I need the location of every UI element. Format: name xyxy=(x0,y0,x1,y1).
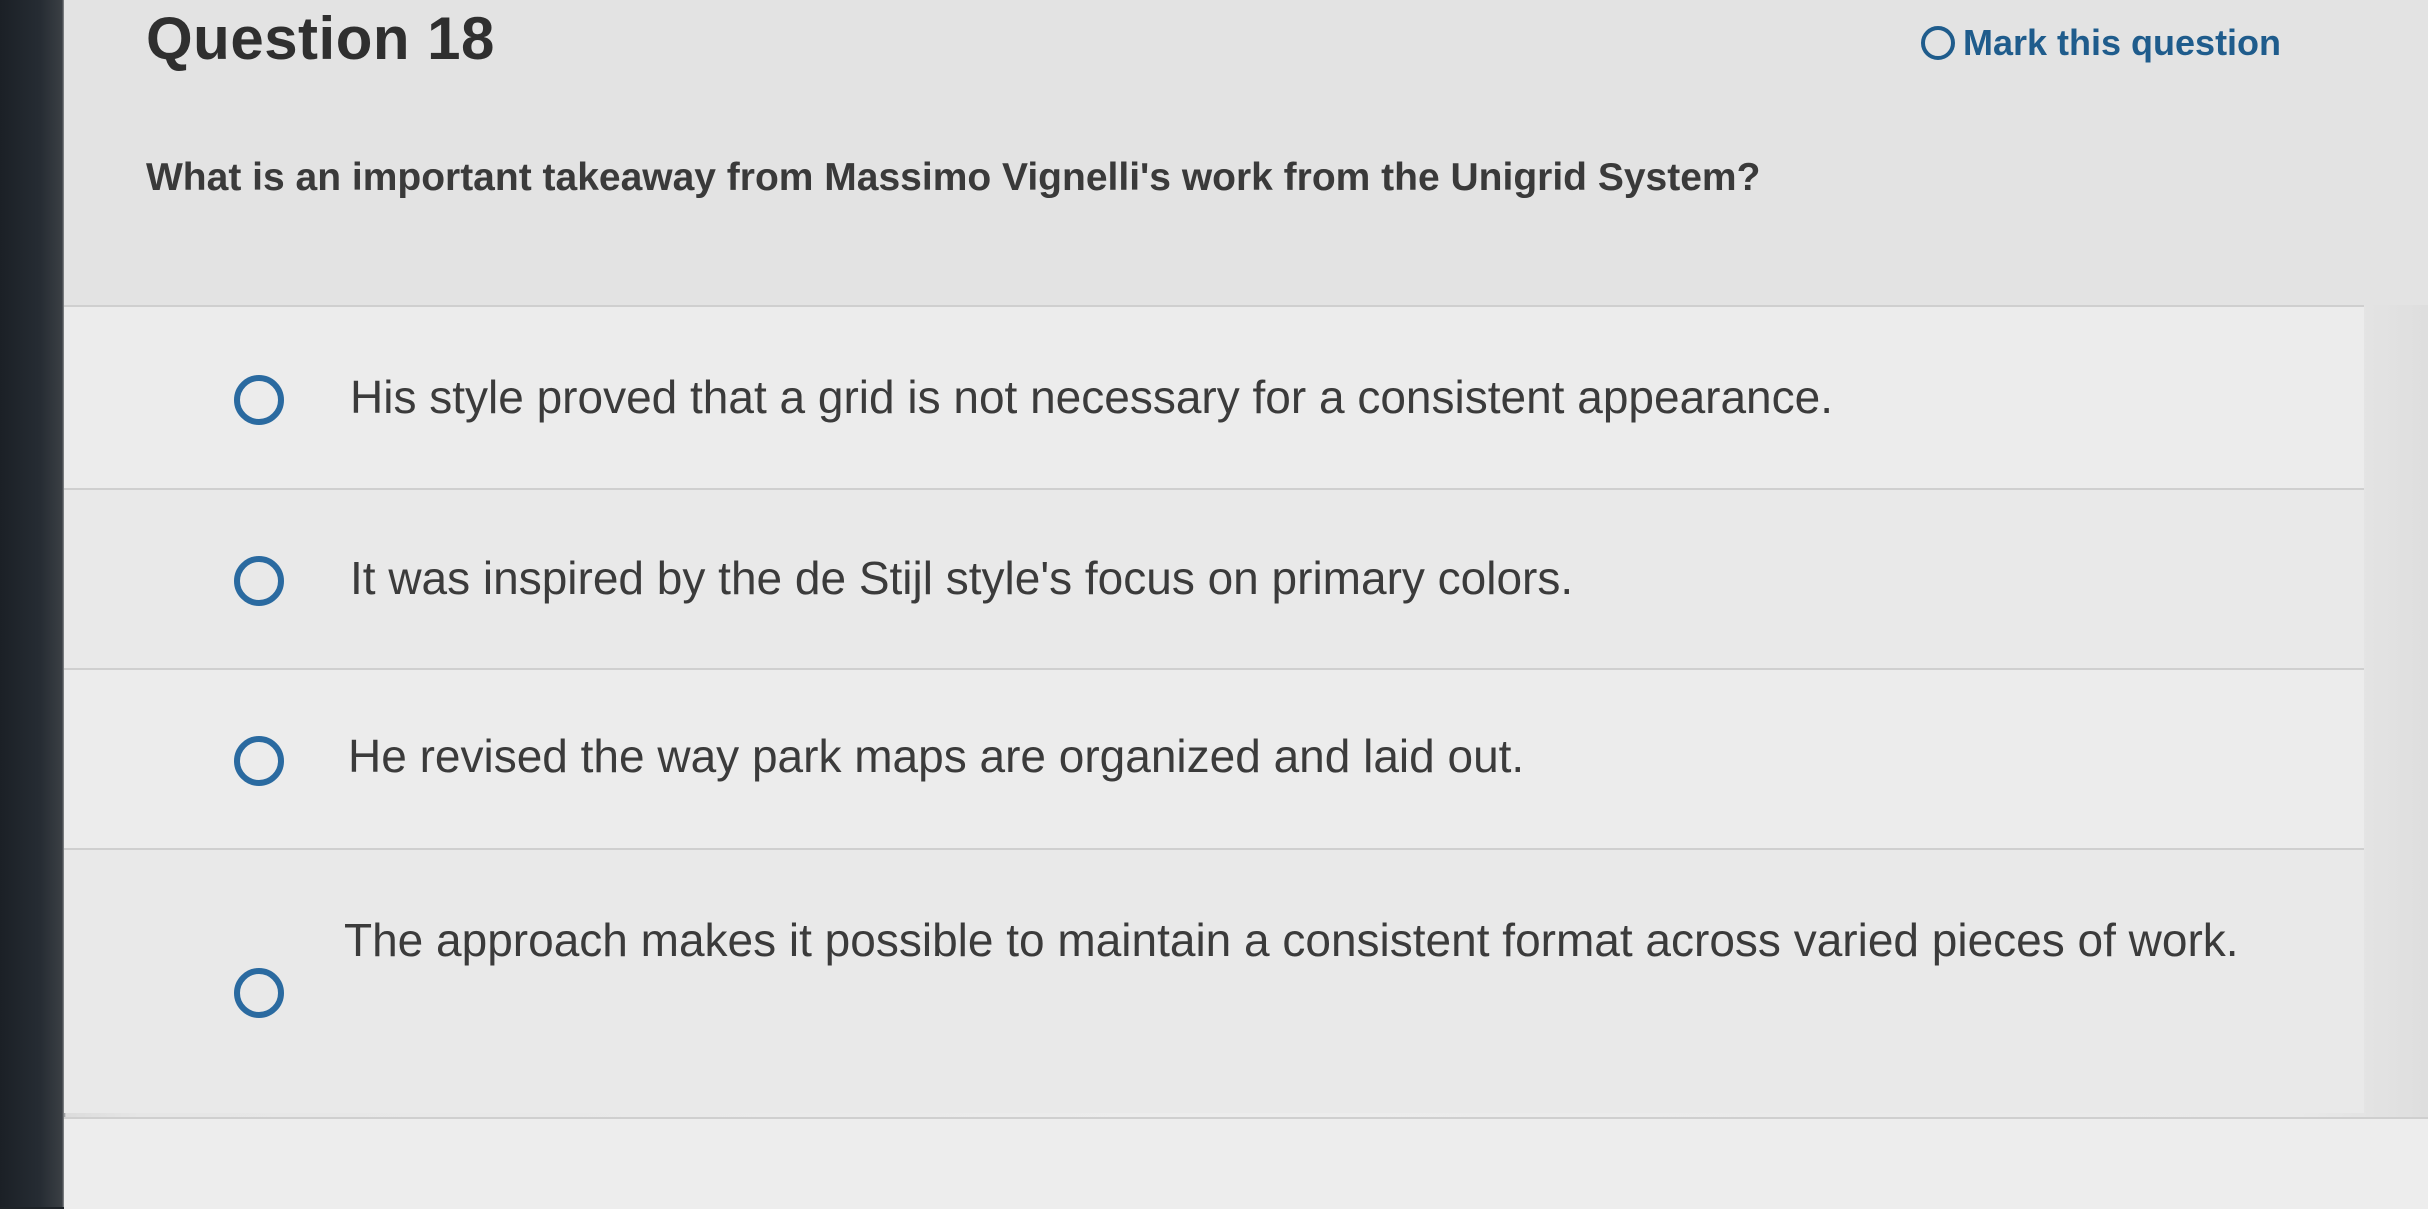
answer-options: His style proved that a grid is not nece… xyxy=(64,305,2364,1113)
quiz-page: Question 18 Mark this question What is a… xyxy=(64,0,2428,1209)
mark-question-button[interactable]: Mark this question xyxy=(1921,22,2281,64)
answer-option-label[interactable]: The approach makes it possible to mainta… xyxy=(344,900,2394,980)
circle-outline-icon[interactable] xyxy=(1921,26,1955,60)
radio-unchecked-icon[interactable] xyxy=(234,556,284,606)
radio-unchecked-icon[interactable] xyxy=(234,968,284,1018)
answer-option[interactable]: His style proved that a grid is not nece… xyxy=(64,305,2364,488)
radio-unchecked-icon[interactable] xyxy=(234,736,284,786)
answer-option-label[interactable]: It was inspired by the de Stijl style's … xyxy=(350,538,1573,618)
bottom-divider-area xyxy=(64,1117,2428,1209)
answer-option-label[interactable]: His style proved that a grid is not nece… xyxy=(350,357,1833,437)
radio-unchecked-icon[interactable] xyxy=(234,375,284,425)
mark-question-label[interactable]: Mark this question xyxy=(1963,22,2281,64)
answer-option-label[interactable]: He revised the way park maps are organiz… xyxy=(348,716,1524,796)
question-title: Question 18 xyxy=(146,5,495,72)
screen: Question 18 Mark this question What is a… xyxy=(0,0,2428,1209)
question-text: What is an important takeaway from Massi… xyxy=(146,156,1761,199)
question-header: Question 18 Mark this question What is a… xyxy=(64,0,2428,305)
answer-option[interactable]: The approach makes it possible to mainta… xyxy=(64,848,2364,1113)
answer-option[interactable]: He revised the way park maps are organiz… xyxy=(64,668,2364,848)
answer-option[interactable]: It was inspired by the de Stijl style's … xyxy=(64,488,2364,668)
